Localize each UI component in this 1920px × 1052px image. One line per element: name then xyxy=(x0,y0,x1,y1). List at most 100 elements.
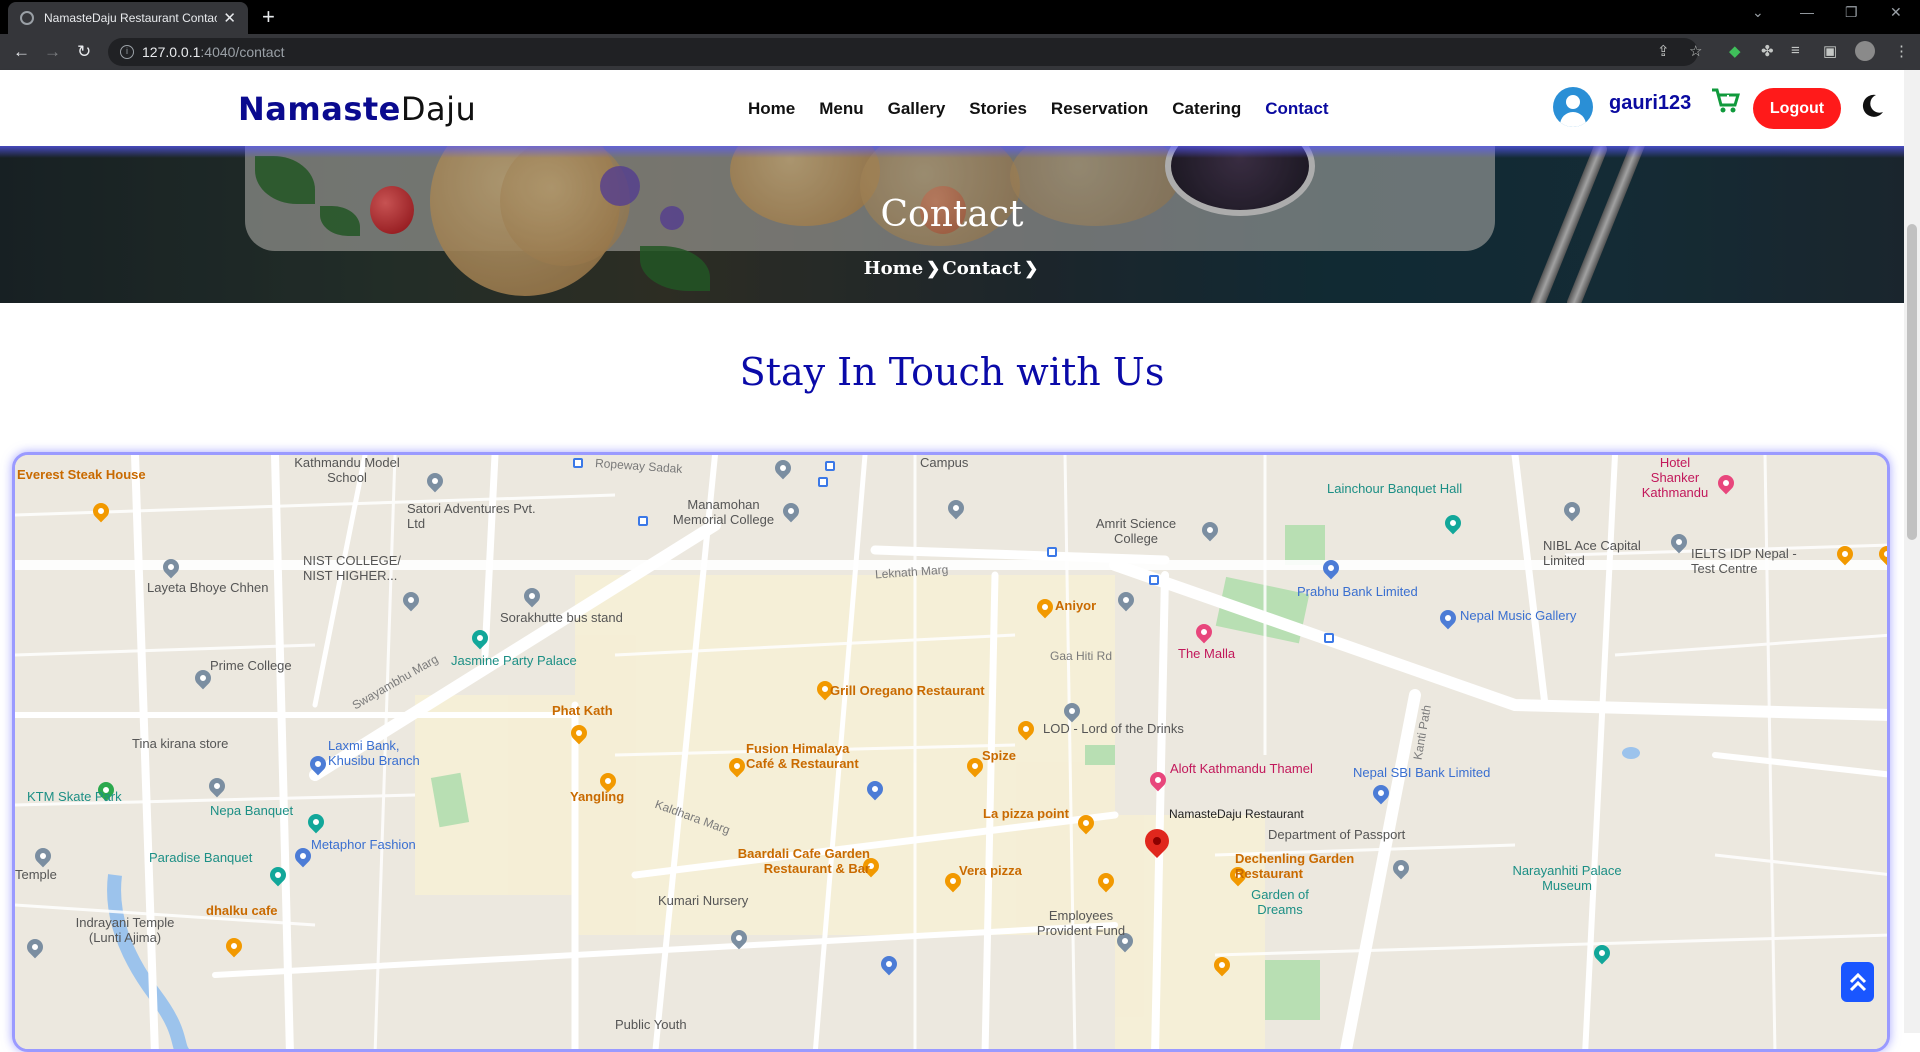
map-label[interactable]: Employees Provident Fund xyxy=(1031,908,1131,938)
map-label[interactable]: Yangling xyxy=(570,789,624,804)
map-label[interactable]: Nepal SBI Bank Limited xyxy=(1353,765,1490,780)
minimize-button[interactable]: — xyxy=(1800,4,1814,20)
map-label[interactable]: Lainchour Banquet Hall xyxy=(1327,481,1462,496)
nav-reservation[interactable]: Reservation xyxy=(1051,99,1148,119)
map-label[interactable]: Satori Adventures Pvt. Ltd xyxy=(407,501,537,531)
nav-contact[interactable]: Contact xyxy=(1265,99,1328,119)
map-label[interactable]: NamasteDaju Restaurant xyxy=(1169,807,1304,822)
extensions-puzzle-icon[interactable]: ✤ xyxy=(1761,42,1774,60)
map-label[interactable]: Aniyor xyxy=(1055,598,1096,613)
map-label[interactable]: LOD - Lord of the Drinks xyxy=(1043,721,1184,736)
close-tab-icon[interactable]: ✕ xyxy=(223,9,236,27)
cart-icon[interactable] xyxy=(1710,87,1741,120)
close-window-button[interactable]: ✕ xyxy=(1890,4,1902,21)
map-label[interactable]: Gaa Hiti Rd xyxy=(1050,649,1112,664)
globe-icon xyxy=(20,11,34,25)
map-label[interactable]: Nepal Music Gallery xyxy=(1460,608,1576,623)
section-title: Stay In Touch with Us xyxy=(739,350,1165,394)
hero-banner: Contact Home ❯ Contact ❯ xyxy=(0,146,1904,303)
map-label[interactable]: Baardali Cafe Garden Restaurant & Bar xyxy=(725,846,870,876)
nav-menu[interactable]: Menu xyxy=(819,99,863,119)
page-scrollbar[interactable] xyxy=(1904,70,1920,1033)
map-label[interactable]: Narayanhiti Palace Museum xyxy=(1512,863,1622,893)
map-label[interactable]: Vera pizza xyxy=(959,863,1022,878)
map-label[interactable]: Kumari Nursery xyxy=(658,893,748,908)
map-label[interactable]: Spize xyxy=(982,748,1016,763)
nav-stories[interactable]: Stories xyxy=(969,99,1027,119)
breadcrumb: Home ❯ Contact ❯ xyxy=(0,258,1904,279)
maximize-button[interactable]: ❐ xyxy=(1845,4,1858,21)
map-label[interactable]: Layeta Bhoye Chhen xyxy=(147,580,268,595)
map-label[interactable]: Garden of Dreams xyxy=(1240,887,1320,917)
bus-stop-icon[interactable] xyxy=(573,458,583,468)
site-logo[interactable]: NamasteDaju xyxy=(238,90,476,128)
map-label[interactable]: Hotel Shanker Kathmandu xyxy=(1635,455,1715,500)
user-avatar-icon[interactable] xyxy=(1553,87,1593,127)
nav-catering[interactable]: Catering xyxy=(1172,99,1241,119)
map-label[interactable]: NIBL Ace Capital Limited xyxy=(1543,538,1653,568)
map-label[interactable]: Prabhu Bank Limited xyxy=(1297,584,1418,599)
share-icon[interactable]: ⇪ xyxy=(1657,42,1670,60)
map-label[interactable]: Tina kirana store xyxy=(132,736,228,751)
map-label[interactable]: Dechenling Garden Restaurant xyxy=(1235,851,1360,881)
nav-gallery[interactable]: Gallery xyxy=(888,99,946,119)
map-label[interactable]: Public Youth xyxy=(615,1017,687,1032)
map-label[interactable]: Amrit Science College xyxy=(1076,516,1196,546)
map-label[interactable]: Fusion Himalaya Café & Restaurant xyxy=(746,741,871,771)
back-to-top-button[interactable] xyxy=(1841,962,1874,1002)
breadcrumb-home[interactable]: Home xyxy=(864,258,924,279)
map-label[interactable]: The Malla xyxy=(1178,646,1235,661)
address-bar[interactable]: i 127.0.0.1:4040/contact xyxy=(108,38,1698,66)
new-tab-button[interactable]: + xyxy=(262,4,275,30)
google-map-embed[interactable]: Everest Steak House Kathmandu Model Scho… xyxy=(12,452,1890,1052)
map-label[interactable]: Grill Oregano Restaurant xyxy=(830,683,985,698)
map-label[interactable]: Metaphor Fashion xyxy=(311,837,416,852)
map-label[interactable]: Everest Steak House xyxy=(17,467,146,482)
bus-stop-icon[interactable] xyxy=(818,477,828,487)
map-label[interactable]: IELTS IDP Nepal - Test Centre xyxy=(1691,546,1811,576)
map-label[interactable]: Laxmi Bank, Khusibu Branch xyxy=(328,738,428,768)
bus-stop-icon[interactable] xyxy=(1324,633,1334,643)
breadcrumb-current: Contact xyxy=(942,258,1022,279)
map-label[interactable]: Indrayani Temple (Lunti Ajima) xyxy=(65,915,185,945)
map-label[interactable]: Department of Passport xyxy=(1268,827,1405,842)
map-label[interactable]: Sorakhutte bus stand xyxy=(500,610,623,625)
dark-mode-moon-icon[interactable] xyxy=(1858,92,1886,125)
site-info-icon[interactable]: i xyxy=(120,45,134,59)
nav-home[interactable]: Home xyxy=(748,99,795,119)
logout-button[interactable]: Logout xyxy=(1753,88,1841,129)
map-label[interactable]: Jasmine Party Palace xyxy=(451,653,577,668)
back-icon[interactable]: ← xyxy=(13,42,30,62)
logo-daju: Daju xyxy=(400,90,477,128)
map-label[interactable]: Manamohan Memorial College xyxy=(661,497,786,527)
bus-stop-icon[interactable] xyxy=(638,516,648,526)
browser-tab[interactable]: NamasteDaju Restaurant Contact ✕ xyxy=(8,2,248,34)
map-label[interactable]: Aloft Kathmandu Thamel xyxy=(1170,761,1313,776)
page-scrollbar-thumb[interactable] xyxy=(1907,224,1917,540)
bookmark-star-icon[interactable]: ☆ xyxy=(1689,42,1702,60)
map-label[interactable]: Temple xyxy=(15,867,57,882)
reload-icon[interactable]: ↻ xyxy=(77,42,91,62)
map-label[interactable]: Campus xyxy=(920,455,968,470)
username[interactable]: gauri123 xyxy=(1609,92,1691,115)
profile-avatar-icon[interactable] xyxy=(1855,41,1875,61)
forward-icon[interactable]: → xyxy=(44,42,61,62)
map-label[interactable]: Phat Kath xyxy=(552,703,613,718)
bus-stop-icon[interactable] xyxy=(1047,547,1057,557)
map-label[interactable]: Paradise Banquet xyxy=(149,850,252,865)
url-host: 127.0.0.1 xyxy=(142,44,201,60)
browser-menu-icon[interactable]: ⋮ xyxy=(1894,42,1909,60)
map-label[interactable]: dhalku cafe xyxy=(206,903,278,918)
extension-leaf-icon[interactable]: ◆ xyxy=(1729,42,1741,60)
reading-list-icon[interactable]: ≡ xyxy=(1791,42,1800,59)
map-label[interactable]: La pizza point xyxy=(983,806,1069,821)
tab-search-icon[interactable]: ⌄ xyxy=(1752,4,1764,21)
map-label[interactable]: Nepa Banquet xyxy=(210,803,293,818)
map-label[interactable]: NIST COLLEGE/ NIST HIGHER... xyxy=(303,553,413,583)
map-label[interactable]: KTM Skate Park xyxy=(27,789,122,804)
map-label[interactable]: Prime College xyxy=(210,658,292,673)
bus-stop-icon[interactable] xyxy=(1149,575,1159,585)
side-panel-icon[interactable]: ▣ xyxy=(1823,42,1837,60)
map-label[interactable]: Kathmandu Model School xyxy=(287,455,407,485)
bus-stop-icon[interactable] xyxy=(825,461,835,471)
